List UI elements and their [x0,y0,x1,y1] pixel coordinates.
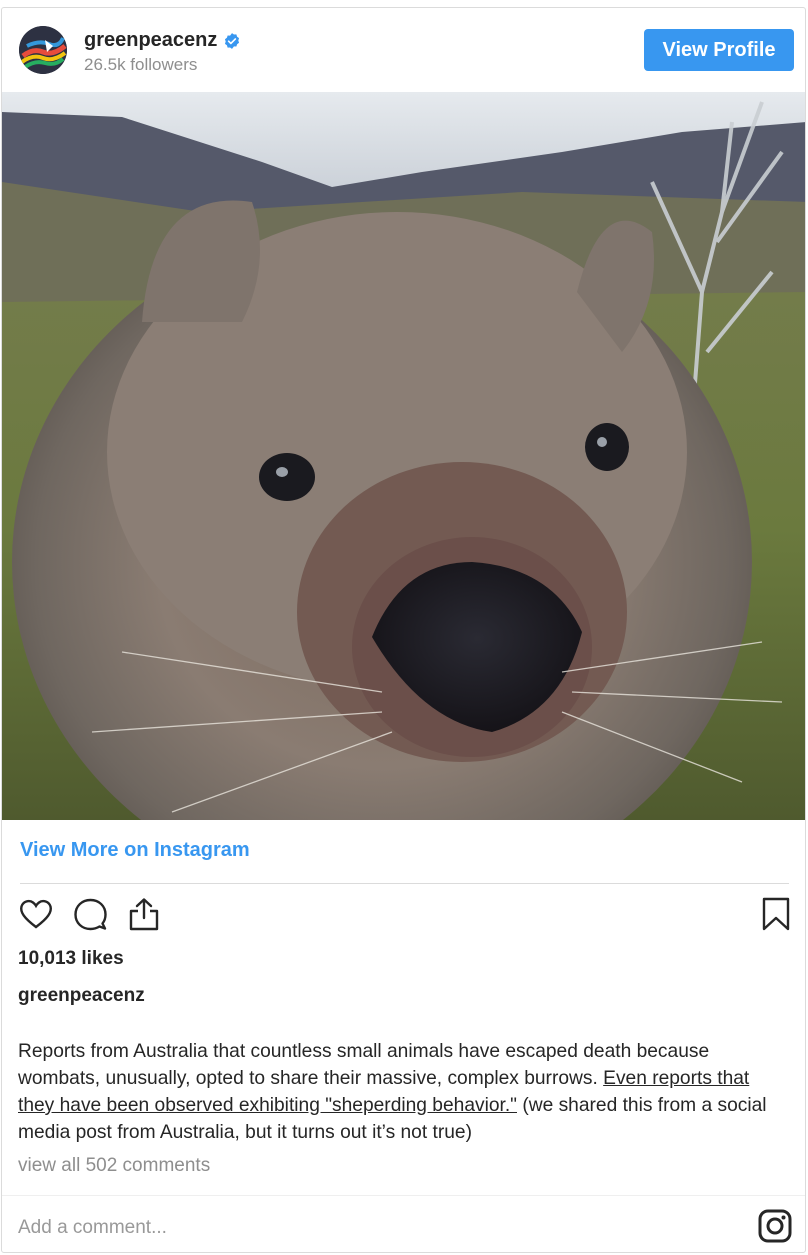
divider [20,883,789,884]
avatar[interactable] [19,26,67,74]
verified-badge-icon [225,32,240,49]
instagram-embed-card: greenpeacenz 26.5k followers View Profil… [1,7,806,1253]
view-profile-button[interactable]: View Profile [644,29,794,71]
view-all-comments-link[interactable]: view all 502 comments [18,1155,210,1177]
post-header: greenpeacenz 26.5k followers View Profil… [2,8,805,92]
username[interactable]: greenpeacenz [84,29,241,52]
post-image-wombat[interactable] [2,92,805,820]
username-text[interactable]: greenpeacenz [84,29,217,52]
divider [2,1195,805,1196]
instagram-logo-icon[interactable] [757,1208,793,1244]
view-more-on-instagram-link[interactable]: View More on Instagram [20,839,250,862]
caption-username[interactable]: greenpeacenz [18,985,145,1007]
like-count[interactable]: 10,013 likes [18,948,124,970]
action-bar [2,896,805,940]
share-upload-icon[interactable] [126,896,162,932]
post-caption: Reports from Australia that countless sm… [18,1038,788,1146]
follower-count: 26.5k followers [84,55,198,74]
heart-icon[interactable] [18,896,54,932]
add-comment-input[interactable]: Add a comment... [18,1217,167,1239]
bookmark-icon[interactable] [758,896,794,932]
comment-bubble-icon[interactable] [72,896,108,932]
